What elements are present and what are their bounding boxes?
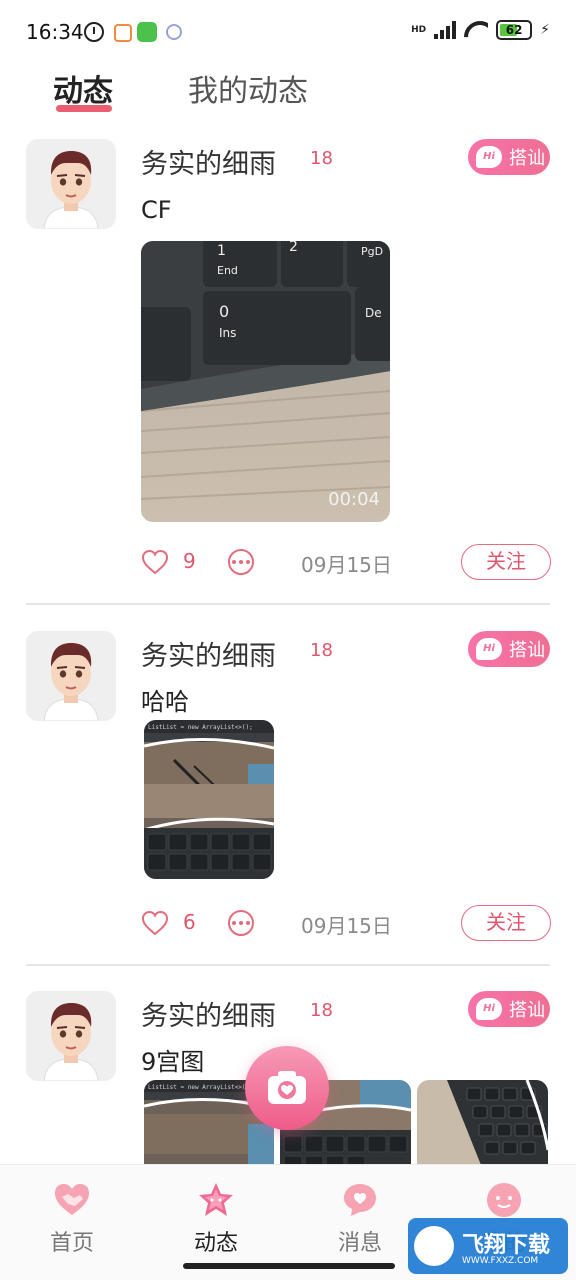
svg-text:0: 0 [219,302,229,321]
code-line: ListList = new ArrayList<>(); [148,724,253,731]
status-time: 16:34 [26,20,84,44]
post-date: 09月15日 [301,553,392,577]
username[interactable]: 务实的细雨 [141,994,276,1033]
feed-list[interactable]: 务实的细雨 18 Hi 搭讪 CF 1 End 2 PgD 0 Ins De 0… [0,128,576,1164]
wechat-notification-icon [137,22,157,42]
like-count: 9 [183,549,196,573]
greet-button[interactable]: Hi 搭讪 [468,631,550,667]
tab-my-posts[interactable]: 我的动态 [188,66,308,110]
handshake-icon [55,1184,89,1215]
signal-icon [434,21,457,39]
svg-text:PgD: PgD [361,245,383,258]
charging-icon: ⚡ [540,22,550,38]
nav-moments[interactable]: 动态 [171,1175,261,1256]
svg-text:End: End [217,264,238,277]
hd-label: HD [411,24,427,35]
watermark-logo: 飞翔下载 WWW.FXXZ.COM [408,1218,568,1274]
watermark-title: 飞翔下载 [462,1233,551,1258]
more-icon[interactable] [228,910,254,936]
username[interactable]: 务实的细雨 [141,142,276,181]
active-tab-indicator [56,105,112,112]
post-card: 务实的细雨 18 Hi 搭讪 CF 1 End 2 PgD 0 Ins De 0… [0,128,576,605]
greet-label: 搭讪 [509,640,545,661]
more-icon[interactable] [228,549,254,575]
tab-feed[interactable]: 动态 [53,66,113,110]
greet-button[interactable]: Hi 搭讪 [468,139,550,175]
top-tabs: 动态 我的动态 [0,64,576,128]
divider [26,964,550,966]
username[interactable]: 务实的细雨 [141,634,276,673]
nav-home-label: 首页 [49,1231,94,1256]
battery-level: 62 [505,23,523,37]
post-actions: 9 09月15日 关注 [0,544,576,584]
svg-text:Ins: Ins [219,326,236,340]
profile-face-icon [487,1183,521,1217]
alarm-icon [84,22,104,42]
nav-home[interactable]: 首页 [27,1175,117,1256]
user-age: 18 [310,1000,333,1021]
hi-chat-icon: Hi [476,638,502,660]
user-age: 18 [310,640,333,661]
post-text: CF [141,196,172,224]
greet-label: 搭讪 [509,1000,545,1021]
hi-chat-icon: Hi [476,998,502,1020]
svg-text:2: 2 [289,241,298,255]
svg-text:1: 1 [217,243,226,259]
watermark-subtitle: WWW.FXXZ.COM [462,1256,539,1266]
home-indicator[interactable] [183,1263,395,1269]
grid-image[interactable] [417,1080,548,1164]
nav-messages[interactable]: 消息 [315,1175,405,1256]
video-duration: 00:04 [328,489,380,510]
camera-heart-icon [268,1071,306,1104]
svg-text:De: De [365,306,382,320]
nav-moments-label: 动态 [193,1231,238,1256]
app-notification-icon [166,24,182,40]
avatar[interactable] [26,139,116,229]
publish-camera-button[interactable] [245,1046,329,1130]
user-age: 18 [310,148,333,169]
battery-icon: 62 [496,20,533,40]
heart-icon[interactable] [141,548,169,576]
watermark-icon [414,1226,454,1266]
status-bar: 16:34 HD 62 ⚡ [0,0,576,64]
post-video[interactable]: 1 End 2 PgD 0 Ins De 00:04 [141,241,390,522]
nav-messages-label: 消息 [337,1231,382,1256]
post-actions: 6 09月15日 关注 [0,905,576,945]
hi-chat-icon: Hi [476,146,502,168]
divider [26,603,550,605]
post-card: 务实的细雨 18 Hi 搭讪 哈哈 ListList = new ArrayLi… [0,620,576,966]
post-text: 9宫图 [141,1048,205,1076]
follow-button[interactable]: 关注 [461,544,551,580]
avatar[interactable] [26,631,116,721]
follow-button[interactable]: 关注 [461,905,551,941]
like-count: 6 [183,910,196,934]
greet-label: 搭讪 [509,148,545,169]
greet-button[interactable]: Hi 搭讪 [468,991,550,1027]
code-line: ListList = new ArrayList<>(); [148,1084,253,1091]
message-heart-icon [344,1184,376,1216]
post-text: 哈哈 [141,688,189,716]
heart-icon[interactable] [141,909,169,937]
post-date: 09月15日 [301,914,392,938]
wifi-icon [464,21,488,39]
star-icon [199,1183,233,1216]
avatar[interactable] [26,991,116,1081]
post-image[interactable]: ListList = new ArrayList<>(); [144,720,274,879]
app-notification-icon [114,24,132,42]
